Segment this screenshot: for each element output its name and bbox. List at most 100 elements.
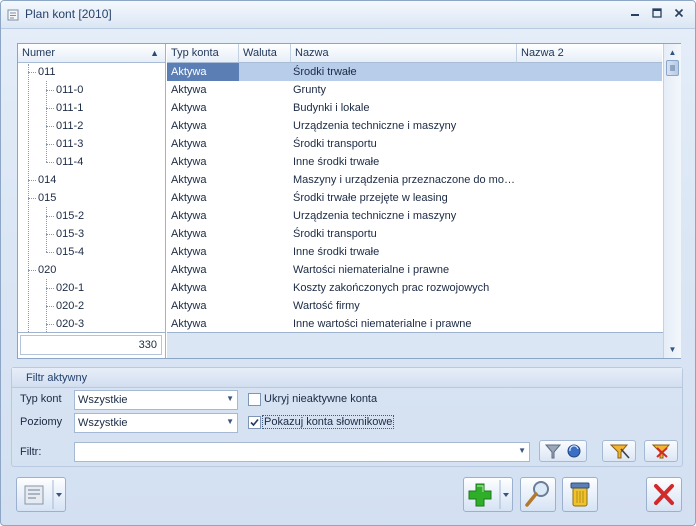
cell-typ: Aktywa (171, 84, 207, 96)
tree-item[interactable]: 011-4 (18, 153, 165, 171)
grip-icon (670, 65, 675, 71)
app-icon (7, 9, 19, 21)
sort-ascending-icon: ▲ (150, 48, 159, 58)
tree-item-label: 011-1 (56, 102, 84, 114)
tree-item[interactable]: 014 (18, 171, 165, 189)
cell-typ: Aktywa (171, 192, 207, 204)
funnel-clear-icon (651, 444, 671, 459)
table-row[interactable]: Aktywa Budynki i lokale (167, 99, 662, 117)
table-row[interactable]: Aktywa Urządzenia techniczne i maszyny (167, 207, 662, 225)
scrollbar-thumb[interactable] (666, 60, 679, 76)
show-dictionary-label[interactable]: Pokazuj konta słownikowe (262, 415, 395, 429)
column-header-numer[interactable]: Numer ▲ (18, 44, 165, 63)
tree-item[interactable]: 015 (18, 189, 165, 207)
cell-typ: Aktywa (171, 210, 207, 222)
poziomy-select[interactable]: Wszystkie ▼ (74, 413, 238, 433)
tree-item-label: 011-3 (56, 138, 84, 150)
table-row[interactable]: Aktywa Koszty zakończonych prac rozwojowy… (167, 279, 662, 297)
tree-item[interactable]: 020-2 (18, 297, 165, 315)
column-header-nazwa-2[interactable]: Nazwa 2 (517, 44, 662, 63)
accounts-grid: Numer ▲ 011 011-0 011-1 011-2 011-3 011-… (17, 43, 681, 359)
table-row[interactable]: Aktywa Inne wartości niematerialne i praw… (167, 315, 662, 332)
tree-item-label: 015-3 (56, 228, 85, 240)
table-row[interactable]: Aktywa Wartości niematerialne i prawne (167, 261, 662, 279)
close-window-button[interactable] (671, 7, 687, 23)
tree-item[interactable]: 015-2 (18, 207, 165, 225)
table-row[interactable]: Aktywa Urządzenia techniczne i maszyny (167, 117, 662, 135)
table-row[interactable]: Aktywa Środki transportu (167, 225, 662, 243)
tree-item[interactable]: 020-1 (18, 279, 165, 297)
table-row[interactable]: Aktywa Grunty (167, 81, 662, 99)
cell-nazwa: Inne wartości niematerialne i prawne (293, 318, 472, 330)
typ-kont-select[interactable]: Wszystkie ▼ (74, 390, 238, 410)
print-icon (24, 480, 62, 509)
column-header-label: Nazwa (295, 47, 329, 59)
clear-filter-button[interactable] (644, 440, 678, 462)
cell-typ: Aktywa (171, 102, 207, 114)
tree-item[interactable]: 011-3 (18, 135, 165, 153)
tree-item[interactable]: 020-3 (18, 315, 165, 332)
poziomy-value: Wszystkie (78, 417, 128, 429)
minimize-button[interactable] (627, 7, 643, 23)
column-header-waluta[interactable]: Waluta (239, 44, 291, 63)
tree-item-label: 011 (38, 66, 56, 78)
filtr-input[interactable]: ▼ (74, 442, 530, 462)
show-dictionary-checkbox[interactable] (248, 416, 261, 429)
table-row[interactable]: Aktywa Inne środki trwałe (167, 153, 662, 171)
column-header-nazwa[interactable]: Nazwa (291, 44, 517, 63)
column-header-typ-konta[interactable]: Typ konta (167, 44, 239, 63)
cell-typ: Aktywa (171, 228, 207, 240)
preview-button[interactable] (520, 477, 556, 512)
chevron-down-icon: ▼ (518, 446, 526, 455)
tree-item-label: 020-2 (56, 300, 85, 312)
tree-item[interactable]: 011-0 (18, 81, 165, 99)
tree-item[interactable]: 020 (18, 261, 165, 279)
cell-nazwa: Inne środki trwałe (293, 246, 380, 258)
hide-inactive-label[interactable]: Ukryj nieaktywne konta (264, 393, 377, 405)
maximize-button[interactable] (649, 7, 665, 23)
print-menu-button[interactable] (16, 477, 66, 512)
cell-typ: Aktywa (171, 282, 207, 294)
tree-item[interactable]: 015-4 (18, 243, 165, 261)
close-button[interactable] (646, 477, 682, 512)
cell-nazwa: Środki trwałe (293, 66, 357, 78)
active-filter-group: Filtr aktywny Typ kont Wszystkie ▼ Pozio… (11, 367, 683, 467)
column-header-label: Numer (22, 47, 56, 59)
table-row[interactable]: Aktywa Środki transportu (167, 135, 662, 153)
title-bar: Plan kont [2010] (1, 1, 695, 29)
record-count: 330 (20, 335, 162, 355)
tree-item[interactable]: 011 (18, 63, 165, 81)
tree-footer: 330 (18, 332, 166, 358)
cell-typ: Aktywa (167, 63, 239, 81)
tree-item-label: 015 (38, 192, 57, 204)
account-list[interactable]: Typ konta Waluta Nazwa Nazwa 2 Aktywa Śro… (167, 44, 662, 332)
vertical-scrollbar[interactable]: ▲ ▼ (663, 44, 681, 358)
tree-item-label: 014 (38, 174, 57, 186)
cell-typ: Aktywa (171, 156, 207, 168)
scroll-down-icon[interactable]: ▼ (666, 343, 679, 356)
scroll-up-icon[interactable]: ▲ (666, 46, 679, 59)
hide-inactive-checkbox[interactable] (248, 393, 261, 406)
tree-item-label: 015-4 (56, 246, 85, 258)
table-row[interactable]: Aktywa Inne środki trwałe (167, 243, 662, 261)
table-row[interactable]: Aktywa Wartość firmy (167, 297, 662, 315)
cell-typ: Aktywa (171, 138, 207, 150)
table-row[interactable]: Aktywa Środki trwałe przejęte w leasing (167, 189, 662, 207)
tree-item-label: 020-3 (56, 318, 85, 330)
list-footer (167, 332, 663, 358)
plus-icon (468, 480, 509, 509)
apply-filter-button[interactable] (539, 440, 587, 462)
cell-nazwa: Inne środki trwałe (293, 156, 380, 168)
add-button[interactable] (463, 477, 513, 512)
table-row[interactable]: Aktywa Maszyny i urządzenia przeznaczone … (167, 171, 662, 189)
filter-builder-button[interactable] (602, 440, 636, 462)
account-tree[interactable]: Numer ▲ 011 011-0 011-1 011-2 011-3 011-… (18, 44, 166, 332)
tree-item[interactable]: 011-2 (18, 117, 165, 135)
delete-button[interactable] (562, 477, 598, 512)
filter-funnel-icon (544, 444, 581, 459)
funnel-tools-icon (609, 444, 630, 459)
table-row[interactable]: Aktywa Środki trwałe (167, 63, 662, 81)
cell-nazwa: Urządzenia techniczne i maszyny (293, 210, 457, 222)
tree-item[interactable]: 015-3 (18, 225, 165, 243)
tree-item[interactable]: 011-1 (18, 99, 165, 117)
